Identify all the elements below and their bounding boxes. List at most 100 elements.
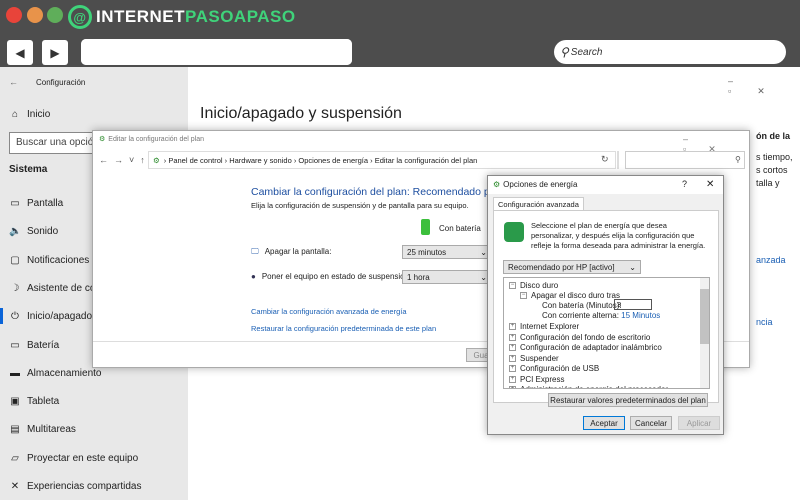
browser-chrome: @ INTERNET PASOAPASO ◀ ▶ ⚲ Search <box>0 0 800 67</box>
power-options-dialog: ⚙ Opciones de energía ? ✕ Configuración a… <box>487 175 724 435</box>
maximize-dot[interactable] <box>47 7 63 23</box>
speaker-icon: 🔈 <box>9 226 22 238</box>
cp-icon: ⚙ <box>153 155 160 165</box>
tablet-icon: ▣ <box>10 396 20 408</box>
battery-column-label: Con batería <box>439 224 481 233</box>
right-link-restore[interactable]: ncia <box>756 317 773 327</box>
back-button[interactable]: ◀ <box>7 40 33 65</box>
ok-button[interactable]: Aceptar <box>583 416 625 430</box>
page-title: Inicio/apagado y suspensión <box>200 105 402 122</box>
settings-tree[interactable]: − Disco duro − Apagar el disco duro tras C… <box>503 277 710 389</box>
moon-icon: ● <box>251 272 256 281</box>
battery-icon: ▭ <box>10 339 20 351</box>
crumb[interactable]: Panel de control <box>168 156 222 165</box>
screen-timeout-select[interactable]: 25 minutos ⌄ <box>402 245 492 259</box>
tree-item[interactable]: + PCI Express <box>509 375 564 384</box>
tree-item[interactable]: +Administración de energía del procesado… <box>509 385 668 388</box>
sidebar-item-6[interactable]: ▬ Almacenamiento <box>9 368 101 379</box>
sidebar-item-label: Almacenamiento <box>27 367 102 379</box>
tree-item[interactable]: + Internet Explorer <box>509 322 579 331</box>
help-button[interactable]: ? <box>682 179 687 189</box>
chevron-down-icon: ⌄ <box>480 272 487 282</box>
title-bar: ⚙ Editar la configuración del plan <box>99 135 205 144</box>
title-text: Opciones de energía <box>503 180 578 189</box>
advanced-settings-link[interactable]: Cambiar la configuración avanzada de ene… <box>251 307 407 316</box>
search-icon: ⚲ <box>735 155 741 164</box>
tree-disk-off[interactable]: − Apagar el disco duro tras <box>520 291 620 300</box>
sidebar-item-5[interactable]: ▭ Batería <box>9 340 59 351</box>
screen-row: 🖵 Apagar la pantalla: <box>251 247 331 257</box>
right-link-advanced[interactable]: anzada <box>756 255 786 265</box>
label: Apagar el disco duro tras <box>531 291 620 300</box>
label: Con corriente alterna: <box>542 311 619 320</box>
project-icon: ▱ <box>11 452 19 464</box>
label: Disco duro <box>520 281 559 290</box>
sidebar-item-7[interactable]: ▣ Tableta <box>9 396 59 407</box>
nav-arrows[interactable]: ←→˅↑ <box>99 155 151 165</box>
multitask-icon: ▤ <box>10 424 20 436</box>
battery-minutes-spinner[interactable]: 3 <box>614 299 652 310</box>
settings-title: Configuración <box>36 78 86 87</box>
search-placeholder: Search <box>570 46 603 58</box>
label: Internet Explorer <box>520 322 580 331</box>
label: PCI Express <box>520 374 565 384</box>
label: Configuración de USB <box>520 364 600 373</box>
restore-plan-defaults-button[interactable]: Restaurar valores predeterminados del pl… <box>548 393 708 407</box>
settings-search-input[interactable]: Buscar una opción de configuración <box>9 132 99 154</box>
sidebar-item-label: Proyectar en este equipo <box>27 452 139 464</box>
right-text: ón de la s tiempo, s cortos talla y <box>756 130 793 190</box>
value: 25 minutos <box>407 247 447 257</box>
active-indicator <box>0 308 3 324</box>
sidebar-item-10[interactable]: ✕ Experiencias compartidas <box>9 481 142 492</box>
tree-item[interactable]: + Configuración de adaptador inalámbrico <box>509 343 662 352</box>
tree-scrollbar[interactable] <box>700 278 709 388</box>
sidebar-item-label: Experiencias compartidas <box>27 481 142 492</box>
sidebar-item-0[interactable]: ▭ Pantalla <box>9 198 63 209</box>
brand-text: INTERNET <box>96 7 185 26</box>
dialog-intro: Seleccione el plan de energía que desea … <box>531 221 706 250</box>
sidebar-item-label: Batería <box>27 339 60 351</box>
sidebar-item-8[interactable]: ▤ Multitareas <box>9 424 76 435</box>
text: s tiempo, <box>756 152 793 162</box>
tab-advanced[interactable]: Configuración avanzada <box>493 197 584 211</box>
home-icon: ⌂ <box>11 109 19 120</box>
label: Configuración de adaptador inalámbrico <box>520 343 662 352</box>
sleep-timeout-select[interactable]: 1 hora ⌄ <box>402 270 492 284</box>
sidebar-item-1[interactable]: 🔈 Sonido <box>9 226 58 237</box>
back-arrow-icon[interactable]: ← <box>9 77 18 87</box>
brand-logo: @ INTERNET PASOAPASO <box>68 4 296 30</box>
crumb[interactable]: Hardware y sonido <box>229 156 292 165</box>
crumb[interactable]: Opciones de energía <box>298 156 368 165</box>
sidebar-item-home[interactable]: ⌂ Inicio <box>9 109 50 120</box>
tree-item[interactable]: + Configuración del fondo de escritorio <box>509 333 650 342</box>
sidebar-item-label: Sonido <box>27 226 59 238</box>
refresh-icon[interactable]: ↻ <box>601 154 609 165</box>
tree-disk[interactable]: − Disco duro <box>509 281 558 290</box>
label: Suspender <box>520 353 559 363</box>
plan-select[interactable]: Recomendado por HP [activo] ⌄ <box>503 260 641 274</box>
ac-value-link[interactable]: 15 Minutos <box>621 311 660 320</box>
restore-defaults-link[interactable]: Restaurar la configuración predeterminad… <box>251 324 436 333</box>
apply-button[interactable]: Aplicar <box>678 416 720 430</box>
forward-button[interactable]: ▶ <box>42 40 68 65</box>
label: Apagar la pantalla: <box>264 247 332 256</box>
breadcrumb[interactable]: ⚙ › Panel de control › Hardware y sonido… <box>148 151 616 169</box>
sleep-row: ● Poner el equipo en estado de suspensión… <box>251 272 411 281</box>
sidebar-item-label: Tableta <box>27 396 60 408</box>
text: ón de la <box>756 131 791 141</box>
cancel-button[interactable]: Cancelar <box>630 416 672 430</box>
text: s cortos <box>756 165 788 175</box>
crumb[interactable]: Editar la configuración del plan <box>375 156 478 165</box>
sidebar-item-9[interactable]: ▱ Proyectar en este equipo <box>9 453 138 464</box>
cp-search-input[interactable] <box>625 151 745 169</box>
search-box[interactable]: ⚲ Search <box>554 40 786 64</box>
tree-item[interactable]: + Configuración de USB <box>509 364 599 373</box>
window-controls[interactable]: –▫✕ <box>728 76 800 97</box>
label: Administración de energía del procesador <box>520 385 668 388</box>
tree-item[interactable]: + Suspender <box>509 354 559 363</box>
minimize-dot[interactable] <box>27 7 43 23</box>
close-button[interactable]: ✕ <box>706 179 714 190</box>
close-dot[interactable] <box>6 7 22 23</box>
window-title: Editar la configuración del plan <box>108 135 205 143</box>
dialog-title: ⚙ Opciones de energía <box>493 180 577 189</box>
